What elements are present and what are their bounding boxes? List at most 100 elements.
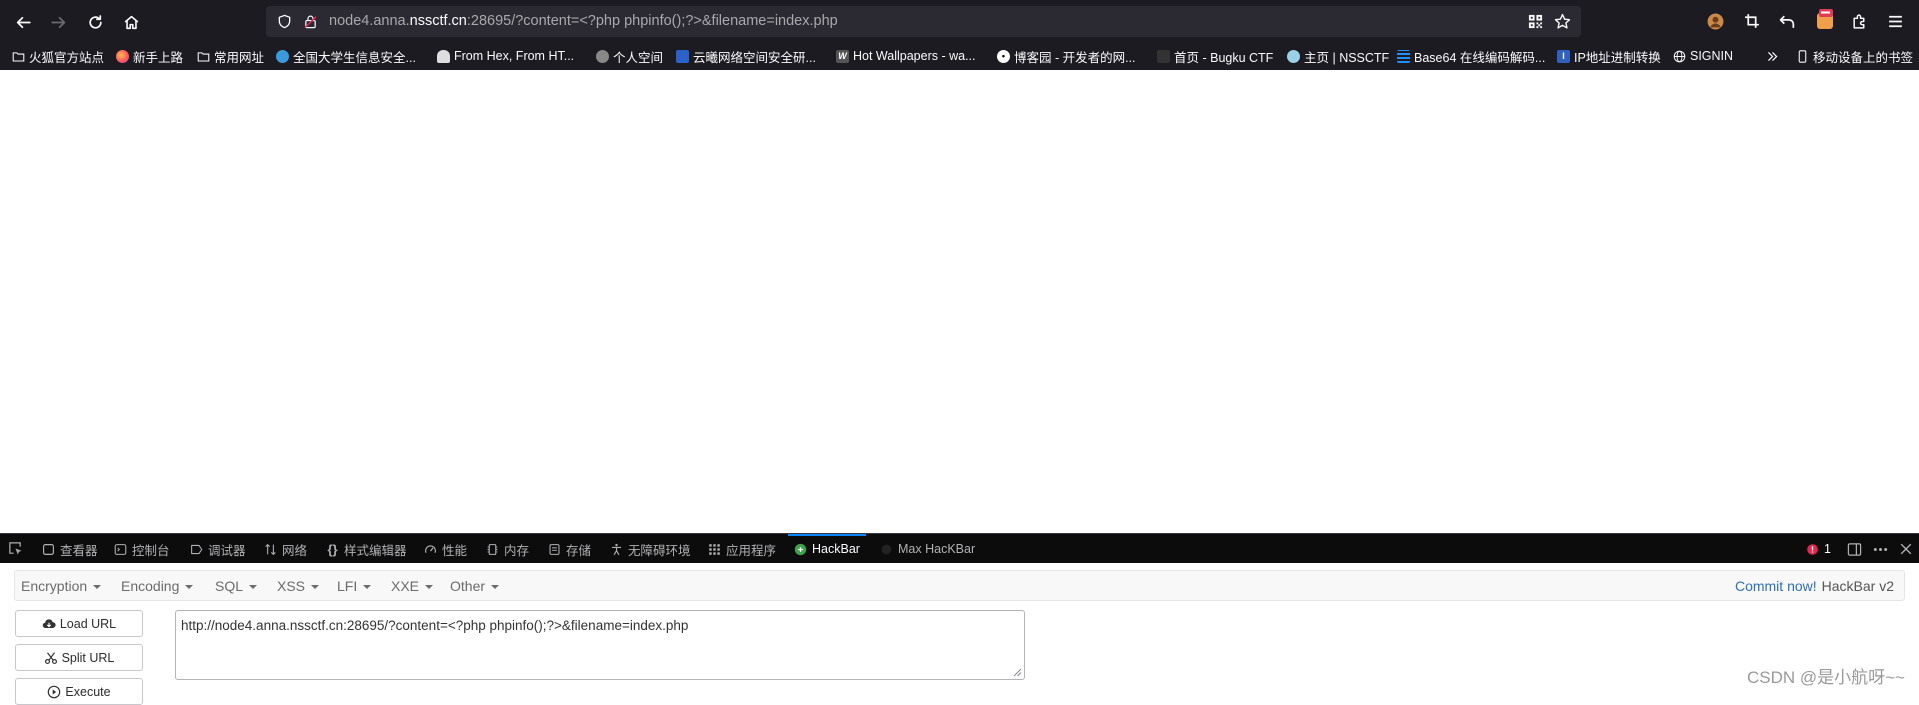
globe-favicon [596,49,609,63]
back-button[interactable] [9,8,37,36]
chef-favicon [437,49,450,63]
reload-button[interactable] [81,8,109,36]
base64-favicon [1397,49,1410,63]
bookmark-item[interactable]: 首页 - Bugku CTF [1157,46,1273,66]
bookmark-item[interactable]: 云曦网络空间安全研... [676,46,816,66]
devtools-tab-console[interactable]: 控制台 [114,534,170,564]
globe-favicon [276,49,289,63]
url-textarea[interactable]: http://node4.anna.nssctf.cn:28695/?conte… [175,610,1025,680]
bookmark-item[interactable]: I IP地址进制转换 [1557,46,1661,66]
more-options-icon[interactable] [1873,542,1888,557]
memory-icon [486,543,499,556]
devtools-tab-label: 内存 [504,543,530,558]
max-hackbar-icon [880,543,893,556]
commit-now-link[interactable]: Commit now! [1735,578,1817,594]
hamburger-menu-icon[interactable] [1887,13,1904,30]
undo-icon[interactable] [1779,13,1796,30]
arrow-right-icon [50,16,65,28]
devtools-tab-memory[interactable]: 内存 [486,534,529,564]
devtools-tab-label: 无障碍环境 [628,543,691,558]
bookmark-item[interactable]: 个人空间 [596,46,663,66]
hackbar-extension-icon[interactable] [1815,9,1835,31]
caret-down-icon [185,584,194,589]
caret-down-icon [425,584,434,589]
error-count-badge[interactable]: 1 [1806,534,1831,564]
hackbar-menu-xxe[interactable]: XXE [391,571,434,600]
hackbar-version: HackBar v2 [1821,577,1894,594]
devtools-tab-hackbar[interactable]: HackBar [788,534,866,564]
devtools-tab-inspector[interactable]: 查看器 [42,534,98,564]
hackbar-menu-other[interactable]: Other [450,571,500,600]
play-circle-icon [48,685,61,698]
hackbar-menu-encoding[interactable]: Encoding [121,571,194,600]
shield-icon[interactable] [277,14,292,29]
devtools-tab-accessibility[interactable]: 无障碍环境 [610,534,691,564]
home-button[interactable] [117,8,145,36]
storage-icon [548,543,561,556]
debugger-icon [190,543,203,556]
menu-label: XSS [277,577,306,594]
account-avatar-icon[interactable] [1707,13,1724,30]
dock-side-icon[interactable] [1847,542,1862,557]
execute-button[interactable]: Execute [15,678,143,705]
devtools-tab-max-hackbar[interactable]: Max HacKBar [880,534,975,564]
bookmark-label: SIGNIN [1690,49,1734,63]
devtools-tab-storage[interactable]: 存储 [548,534,591,564]
bookmarks-overflow-button[interactable] [1766,46,1783,66]
menu-label: LFI [337,577,358,594]
load-url-label: Load URL [59,616,117,631]
hackbar-menu-encryption[interactable]: Encryption [21,571,102,600]
url-text[interactable]: node4.anna.nssctf.cn:28695/?content=<?ph… [329,13,838,29]
accessibility-icon [610,543,623,556]
style-editor-icon: {} [327,541,338,557]
url-domain: nssctf.cn [409,13,467,29]
extensions-icon[interactable] [1851,13,1868,30]
load-url-button[interactable]: Load URL [15,610,143,637]
bookmark-label: IP地址进制转换 [1574,50,1661,65]
bookmark-item[interactable]: 新手上路 [116,46,183,66]
mobile-bookmarks[interactable]: 移动设备上的书签 [1796,46,1913,66]
lock-icon[interactable] [303,14,318,29]
devtools-tab-label: 控制台 [132,543,170,558]
cnblogs-favicon: • [997,49,1010,63]
bookmark-item[interactable]: SIGNIN [1673,46,1733,66]
devtools-tab-performance[interactable]: 性能 [424,534,467,564]
bookmark-star-icon[interactable] [1554,13,1571,30]
bookmark-item[interactable]: 全国大学生信息安全... [276,46,416,66]
bookmark-item[interactable]: 主页 | NSSCTF [1287,46,1389,66]
menu-label: SQL [215,577,244,594]
devtools-tab-label: HackBar [812,542,860,556]
devtools-tab-style-editor[interactable]: {} 样式编辑器 [326,534,406,564]
folder-icon [12,51,25,61]
wallpaper-favicon: W [836,49,849,63]
hackbar-icon [794,543,807,556]
url-bar[interactable]: node4.anna.nssctf.cn:28695/?content=<?ph… [266,6,1581,37]
crop-icon[interactable] [1744,13,1761,30]
url-prefix: node4.anna. [329,13,410,29]
bookmark-item[interactable]: Base64 在线编码解码... [1397,46,1545,66]
devtools-tab-debugger[interactable]: 调试器 [190,534,246,564]
forward-button[interactable] [44,8,72,36]
commit-area: Commit now! HackBar v2 [1735,571,1894,600]
resize-handle-icon[interactable] [1012,667,1022,677]
devtools-tab-application[interactable]: 应用程序 [708,534,776,564]
element-picker-icon[interactable] [8,541,23,556]
hackbar-menu-xss[interactable]: XSS [277,571,320,600]
devtools-tab-network[interactable]: 网络 [264,534,307,564]
console-icon [114,543,127,556]
bookmark-item[interactable]: • 博客园 - 开发者的网... [997,46,1136,66]
bookmark-item[interactable]: 火狐官方站点 [12,46,104,66]
arrow-left-icon [16,16,31,28]
close-icon[interactable] [1899,542,1913,556]
qr-code-icon[interactable] [1528,14,1543,29]
mobile-device-icon [1798,49,1807,63]
bookmark-label: 博客园 - 开发者的网... [1014,50,1136,65]
bookmark-item[interactable]: W Hot Wallpapers - wa... [836,46,976,66]
hackbar-menu-lfi[interactable]: LFI [337,571,372,600]
split-url-button[interactable]: Split URL [15,644,143,671]
bookmark-label: From Hex, From HT... [454,49,575,63]
bookmark-item[interactable]: 常用网址 [197,46,264,66]
bookmark-item[interactable]: From Hex, From HT... [437,46,574,66]
hackbar-menu-sql[interactable]: SQL [215,571,258,600]
devtools-tab-label: 网络 [282,543,308,558]
